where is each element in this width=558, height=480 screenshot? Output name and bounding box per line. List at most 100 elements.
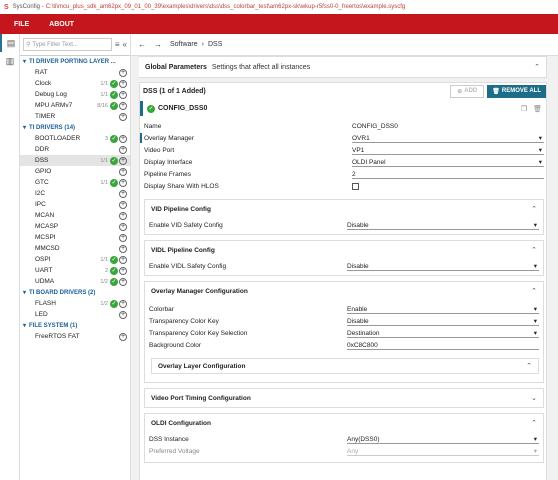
menu-about[interactable]: ABOUT [49,21,74,28]
background-color-input[interactable]: 0xC8C800 [347,341,539,350]
instance-header[interactable]: ✓ CONFIG_DSS0 ❐ 🗑 [140,101,548,116]
collapse-caret-icon[interactable]: ▾ [23,124,26,131]
vidl-safety-select[interactable]: Disable ▾ [347,262,539,271]
add-instance-icon[interactable]: + [119,167,127,176]
add-instance-icon[interactable]: + [119,255,127,264]
delete-icon[interactable]: 🗑 [533,105,542,113]
transparency-key-selection-select[interactable]: Destination ▾ [347,329,539,338]
add-instance-icon[interactable]: + [119,156,127,165]
filter-input[interactable]: ⚲ Type Filter Text... [23,38,112,51]
display-interface-select[interactable]: OLDI Panel ▾ [352,158,544,167]
sidebar-item[interactable]: DDR + [20,144,130,155]
oldi-config-header[interactable]: OLDI Configuration ⌃ [145,414,543,432]
add-instance-icon[interactable]: + [119,178,127,187]
add-instance-icon[interactable]: + [119,112,127,121]
sidebar-item[interactable]: Clock 1/1 ✓ + [20,78,130,89]
sidebar-item[interactable]: FreeRTOS FAT + [20,331,130,342]
field-label: Pipeline Frames [144,171,191,178]
back-arrow-icon[interactable]: ← [138,40,146,49]
collapse-caret-icon[interactable]: ▾ [23,322,26,329]
add-instance-icon[interactable]: + [119,244,127,253]
dss-instance-select[interactable]: Any(DSS0) ▾ [347,435,539,444]
chevron-down-icon[interactable]: ⌄ [531,394,537,402]
add-instance-icon[interactable]: + [119,277,127,286]
overlay-manager-header[interactable]: Overlay Manager Configuration ⌃ [145,282,543,300]
generated-files-icon[interactable]: ▥ [0,52,20,70]
remove-all-button[interactable]: 🗑 REMOVE ALL [487,84,546,98]
add-instance-icon[interactable]: + [119,134,127,143]
vidl-pipeline-header[interactable]: VIDL Pipeline Config ⌃ [145,241,543,259]
sidebar-category[interactable]: ▾ FILE SYSTEM (1) [20,320,130,331]
add-instance-icon[interactable]: + [119,90,127,99]
sidebar-item[interactable]: MMCSD + [20,243,130,254]
add-instance-icon[interactable]: + [119,68,127,77]
chevron-up-icon[interactable]: ⌃ [526,362,532,370]
chevron-up-icon[interactable]: ⌃ [531,287,537,295]
sidebar-item[interactable]: TIMER + [20,111,130,122]
add-instance-icon[interactable]: + [119,299,127,308]
sidebar-item[interactable]: GTC 1/1 ✓ + [20,177,130,188]
global-parameters-card[interactable]: Global Parameters Settings that affect a… [139,56,547,78]
sidebar-item-label: GPIO [35,168,52,175]
collapse-all-icon[interactable]: ≡ [115,40,120,49]
sidebar-item[interactable]: Debug Log 1/1 ✓ + [20,89,130,100]
chevron-up-icon[interactable]: ⌃ [531,419,537,427]
filter-placeholder: Type Filter Text... [32,41,78,48]
name-value[interactable]: CONFIG_DSS0 [352,122,544,131]
sidebar-item-label: MCAN [35,212,55,219]
sidebar-item[interactable]: RAT + [20,67,130,78]
pipeline-frames-input[interactable]: 2 [352,170,544,179]
sidebar-item[interactable]: MCAN + [20,210,130,221]
chevron-up-icon[interactable]: ⌃ [531,205,537,213]
add-instance-icon[interactable]: + [119,189,127,198]
sidebar-item[interactable]: MCSPI + [20,232,130,243]
transparency-key-select[interactable]: Disable ▾ [347,317,539,326]
sidebar-item[interactable]: MCASP + [20,221,130,232]
sidebar-item[interactable]: IPC + [20,199,130,210]
sidebar-item[interactable]: BOOTLOADER 3 ✓ + [20,133,130,144]
sidebar-category[interactable]: ▾ TI BOARD DRIVERS (2) [20,287,130,298]
sidebar-category[interactable]: ▾ TI DRIVERS (14) [20,122,130,133]
add-instance-icon[interactable]: + [119,233,127,242]
sidebar-item[interactable]: DSS 1/1 ✓ + [20,155,130,166]
add-instance-icon[interactable]: + [119,310,127,319]
window-title: C:\ti\mcu_plus_sdk_am62px_09_01_00_39\ex… [45,4,406,10]
add-button[interactable]: ⊕ ADD [450,84,485,98]
sidebar-item[interactable]: I2C + [20,188,130,199]
overlay-manager-select[interactable]: OVR1 ▾ [352,134,544,143]
chevron-up-icon[interactable]: ⌃ [534,63,540,71]
add-instance-icon[interactable]: + [119,101,127,110]
sidebar-item[interactable]: UART 2 ✓ + [20,265,130,276]
colorbar-select[interactable]: Enable ▾ [347,305,539,314]
video-port-select[interactable]: VP1 ▾ [352,146,544,155]
collapse-caret-icon[interactable]: ▾ [23,58,26,65]
copy-icon[interactable]: ❐ [521,105,527,113]
vid-safety-select[interactable]: Disable ▾ [347,221,539,230]
video-port-timing-header[interactable]: Video Port Timing Configuration ⌄ [145,389,543,407]
sidebar-item[interactable]: LED + [20,309,130,320]
sidebar-item[interactable]: OSPI 1/1 ✓ + [20,254,130,265]
sidebar-item[interactable]: UDMA 1/2 ✓ + [20,276,130,287]
display-share-checkbox[interactable] [352,183,359,190]
chevron-up-icon[interactable]: ⌃ [531,246,537,254]
menu-file[interactable]: FILE [14,21,29,28]
hide-sidebar-icon[interactable]: « [123,40,127,49]
add-instance-icon[interactable]: + [119,211,127,220]
breadcrumb-root[interactable]: Software [170,41,198,48]
sidebar-item[interactable]: MPU ARMv7 8/16 ✓ + [20,100,130,111]
vid-pipeline-header[interactable]: VID Pipeline Config ⌃ [145,200,543,218]
collapse-caret-icon[interactable]: ▾ [23,289,26,296]
add-instance-icon[interactable]: + [119,222,127,231]
sidebar-item-count: 1/2 [100,300,108,307]
sidebar-category[interactable]: ▾ TI DRIVER PORTING LAYER ... [20,56,130,67]
add-instance-icon[interactable]: + [119,266,127,275]
add-instance-icon[interactable]: + [119,79,127,88]
sidebar-item[interactable]: FLASH 1/2 ✓ + [20,298,130,309]
software-view-icon[interactable]: ▤ [0,34,20,52]
overlay-layer-config-card[interactable]: Overlay Layer Configuration ⌃ [151,358,539,374]
add-instance-icon[interactable]: + [119,332,127,341]
forward-arrow-icon[interactable]: → [154,40,162,49]
add-instance-icon[interactable]: + [119,200,127,209]
sidebar-item[interactable]: GPIO + [20,166,130,177]
add-instance-icon[interactable]: + [119,145,127,154]
